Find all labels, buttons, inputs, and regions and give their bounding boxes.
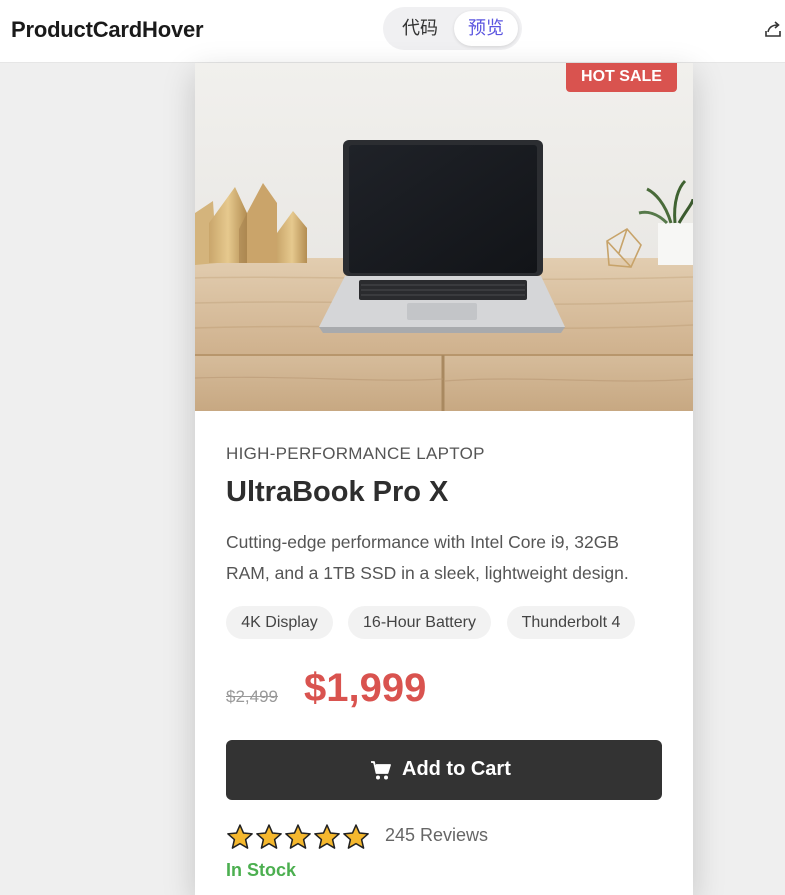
feature-tag: 4K Display <box>226 606 333 639</box>
add-to-cart-label: Add to Cart <box>402 758 511 780</box>
tab-code[interactable]: 代码 <box>387 11 453 46</box>
hot-sale-badge: HOT SALE <box>566 63 677 92</box>
product-category: HIGH-PERFORMANCE LAPTOP <box>226 444 485 463</box>
original-price: $2,499 <box>226 687 278 706</box>
cart-icon <box>371 761 391 780</box>
product-card[interactable]: HOT SALE HIGH-PERFORMANCE LAPTOP UltraBo… <box>195 63 693 895</box>
star-icon <box>285 824 311 849</box>
share-icon[interactable] <box>763 19 783 39</box>
app-title: ProductCardHover <box>11 17 204 42</box>
add-to-cart-button[interactable]: Add to Cart <box>226 740 662 800</box>
feature-tag: Thunderbolt 4 <box>507 606 635 639</box>
top-bar: ProductCardHover 代码 预览 <box>0 0 785 63</box>
tab-preview[interactable]: 预览 <box>454 11 518 46</box>
star-icon <box>256 824 282 849</box>
sale-price: $1,999 <box>304 666 427 710</box>
star-icon <box>343 824 369 849</box>
star-icon <box>314 824 340 849</box>
stock-status: In Stock <box>226 860 297 880</box>
laptop-photo <box>195 63 693 411</box>
product-image: HOT SALE <box>195 63 693 411</box>
product-description: Cutting-edge performance with Intel Core… <box>226 532 629 583</box>
star-icon <box>227 824 253 849</box>
feature-tag: 16-Hour Battery <box>348 606 491 639</box>
review-count[interactable]: 245 Reviews <box>385 825 488 846</box>
product-name: UltraBook Pro X <box>226 476 449 508</box>
view-toggle[interactable]: 代码 预览 <box>383 7 522 50</box>
